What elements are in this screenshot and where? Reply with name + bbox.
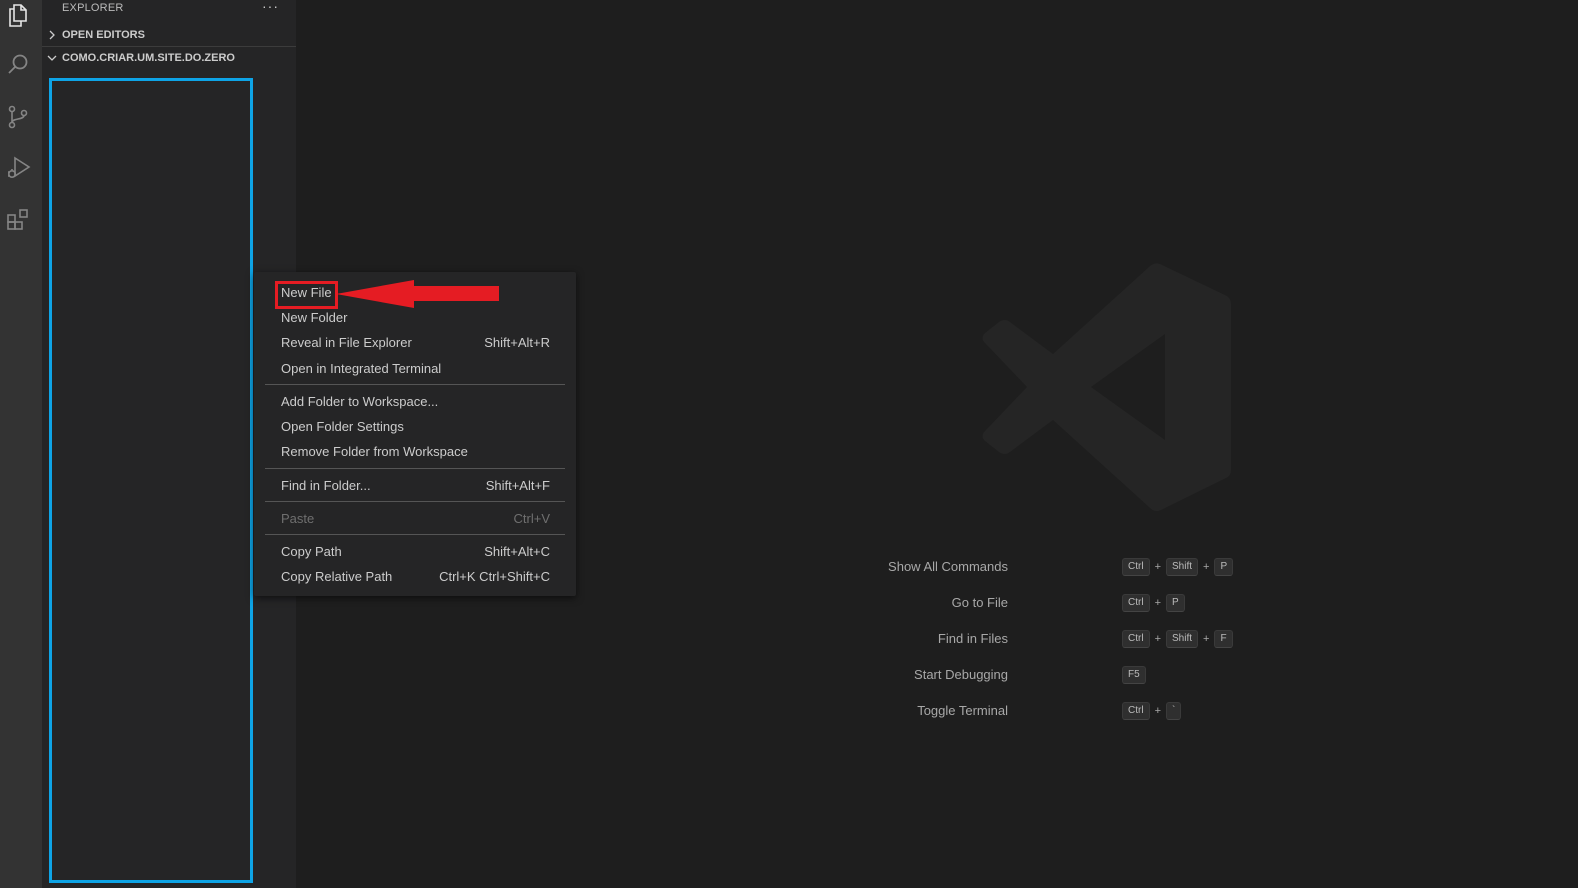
key: Ctrl — [1122, 630, 1150, 648]
menu-item-label: Copy Path — [281, 544, 342, 559]
menu-item-label: Open Folder Settings — [281, 419, 404, 434]
key: ` — [1166, 702, 1182, 720]
menu-item-shortcut: Ctrl+K Ctrl+Shift+C — [439, 569, 550, 584]
menu-separator — [265, 468, 565, 469]
section-label: COMO.CRIAR.UM.SITE.DO.ZERO — [62, 52, 235, 64]
annotation-arrow-icon — [336, 280, 499, 308]
menu-item-label: Find in Folder... — [281, 478, 371, 493]
menu-item-label: Open in Integrated Terminal — [281, 361, 442, 376]
key: Shift — [1166, 558, 1199, 576]
chevron-down-icon — [47, 55, 57, 61]
menu-item-add-folder-workspace[interactable]: Add Folder to Workspace... — [254, 390, 576, 414]
key: Ctrl — [1122, 702, 1150, 720]
shortcut-label: Go to File — [951, 595, 1008, 610]
context-menu: New File New Folder Reveal in File Explo… — [254, 272, 576, 596]
key: Ctrl — [1122, 594, 1150, 612]
section-folder[interactable]: COMO.CRIAR.UM.SITE.DO.ZERO — [42, 48, 296, 70]
menu-separator — [265, 501, 565, 502]
key: F — [1214, 630, 1233, 648]
activity-bar — [0, 0, 42, 888]
key: F5 — [1122, 666, 1146, 684]
shortcut-row: Show All Commands Ctrl + Shift + P — [888, 557, 1300, 579]
annotation-highlight-box — [275, 281, 338, 309]
folder-tree-area[interactable] — [49, 78, 253, 883]
menu-item-label: Copy Relative Path — [281, 569, 393, 584]
menu-item-label: New Folder — [281, 310, 348, 325]
menu-separator — [265, 384, 565, 385]
menu-item-open-terminal[interactable]: Open in Integrated Terminal — [254, 357, 576, 381]
shortcut-label: Find in Files — [937, 631, 1008, 646]
menu-item-label: Add Folder to Workspace... — [281, 394, 439, 409]
more-actions-icon[interactable]: ··· — [262, 0, 279, 14]
key: P — [1166, 594, 1185, 612]
key: Ctrl — [1122, 558, 1150, 576]
key: Shift — [1166, 630, 1199, 648]
menu-separator — [265, 534, 565, 535]
menu-item-remove-folder[interactable]: Remove Folder from Workspace — [254, 440, 576, 464]
section-divider — [42, 46, 296, 47]
shortcut-label: Show All Commands — [888, 559, 1008, 574]
menu-item-label: Reveal in File Explorer — [281, 335, 412, 350]
menu-item-paste: Paste Ctrl+V — [254, 507, 576, 531]
extensions-icon[interactable] — [5, 207, 31, 233]
sidebar-title: EXPLORER — [62, 2, 124, 14]
run-debug-icon[interactable] — [5, 155, 31, 181]
menu-item-copy-path[interactable]: Copy Path Shift+Alt+C — [254, 540, 576, 564]
shortcut-row: Start Debugging F5 — [900, 665, 1300, 687]
section-open-editors[interactable]: OPEN EDITORS — [42, 25, 296, 47]
menu-item-label: Paste — [281, 511, 315, 526]
section-label: OPEN EDITORS — [62, 29, 145, 41]
menu-item-shortcut: Shift+Alt+C — [484, 544, 550, 559]
menu-item-shortcut: Shift+Alt+F — [485, 478, 550, 493]
key: P — [1214, 558, 1234, 576]
menu-item-reveal-in-explorer[interactable]: Reveal in File Explorer Shift+Alt+R — [254, 331, 576, 355]
menu-item-shortcut: Shift+Alt+R — [484, 335, 550, 350]
shortcut-row: Toggle Terminal Ctrl + ` — [900, 701, 1300, 723]
shortcut-row: Go to File Ctrl + P — [900, 593, 1300, 615]
menu-item-label: Remove Folder from Workspace — [281, 444, 468, 459]
vscode-logo-watermark — [982, 263, 1231, 512]
shortcut-row: Find in Files Ctrl + Shift + F — [900, 629, 1300, 651]
search-icon[interactable] — [5, 52, 31, 78]
chevron-right-icon — [49, 30, 55, 40]
source-control-icon[interactable] — [5, 104, 31, 130]
menu-item-open-folder-settings[interactable]: Open Folder Settings — [254, 415, 576, 439]
shortcut-label: Toggle Terminal — [917, 703, 1008, 718]
menu-item-find-in-folder[interactable]: Find in Folder... Shift+Alt+F — [254, 474, 576, 498]
files-icon[interactable] — [5, 2, 31, 28]
menu-item-shortcut: Ctrl+V — [513, 511, 550, 526]
menu-item-copy-relative-path[interactable]: Copy Relative Path Ctrl+K Ctrl+Shift+C — [254, 565, 576, 589]
shortcut-label: Start Debugging — [914, 667, 1008, 682]
